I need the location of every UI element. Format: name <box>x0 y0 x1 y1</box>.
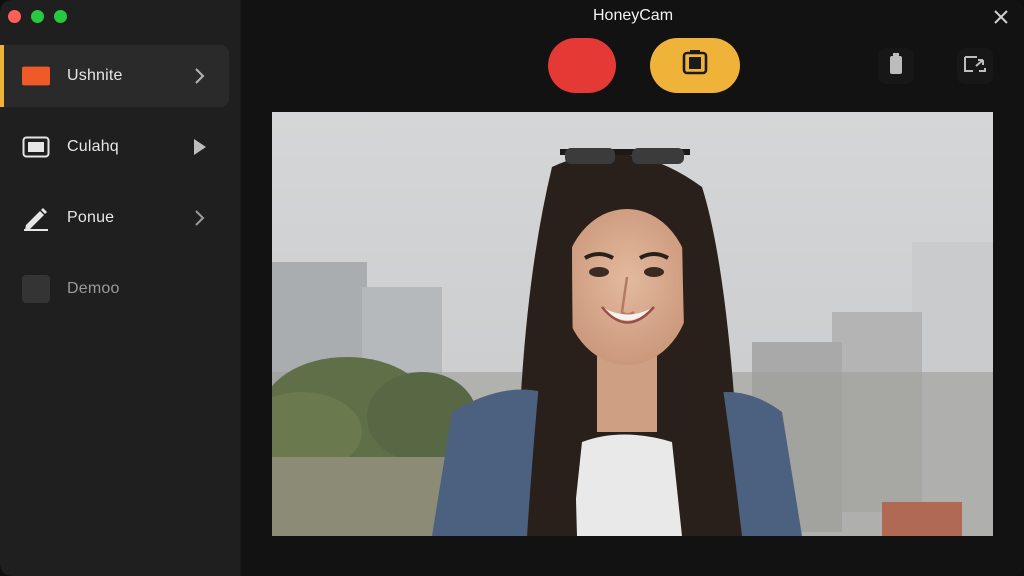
sidebar-item-ushnite[interactable]: Ushnite <box>0 45 229 107</box>
display-icon <box>22 136 50 158</box>
chevron-right-icon <box>193 67 207 85</box>
main-panel: HoneyCam <box>242 0 1024 576</box>
sidebar-item-label: Ushnite <box>67 67 123 84</box>
record-button[interactable] <box>548 38 616 93</box>
window-controls <box>8 10 67 23</box>
sidebar-item-demoo[interactable]: Demoo <box>0 258 229 320</box>
camera-preview <box>272 112 993 536</box>
camera-feed-image <box>272 112 993 536</box>
app-window: Ushnite Culahq Ponue Demoo HoneyCam <box>0 0 1024 576</box>
zoom-window-dot[interactable] <box>54 10 67 23</box>
close-icon[interactable] <box>992 8 1010 26</box>
battery-button[interactable] <box>878 48 914 84</box>
switch-camera-icon <box>963 54 987 79</box>
snapshot-icon <box>681 49 709 82</box>
sidebar-item-culahq[interactable]: Culahq <box>0 116 229 178</box>
play-arrow-icon <box>193 138 207 156</box>
sidebar-item-label: Ponue <box>67 209 115 226</box>
sidebar-nav: Ushnite Culahq Ponue Demoo <box>0 45 241 329</box>
switch-camera-button[interactable] <box>957 48 993 84</box>
minimize-window-dot[interactable] <box>31 10 44 23</box>
sidebar-item-label: Demoo <box>67 280 120 297</box>
sidebar-item-label: Culahq <box>67 138 119 155</box>
snapshot-button[interactable] <box>650 38 740 93</box>
close-window-dot[interactable] <box>8 10 21 23</box>
sidebar-item-ponue[interactable]: Ponue <box>0 187 229 249</box>
window-title: HoneyCam <box>592 7 674 24</box>
orange-rectangle-icon <box>22 65 50 87</box>
pencil-icon <box>22 207 50 231</box>
square-icon <box>22 275 50 303</box>
chevron-right-icon <box>193 209 207 227</box>
battery-icon <box>888 52 904 80</box>
sidebar: Ushnite Culahq Ponue Demoo <box>0 0 241 576</box>
